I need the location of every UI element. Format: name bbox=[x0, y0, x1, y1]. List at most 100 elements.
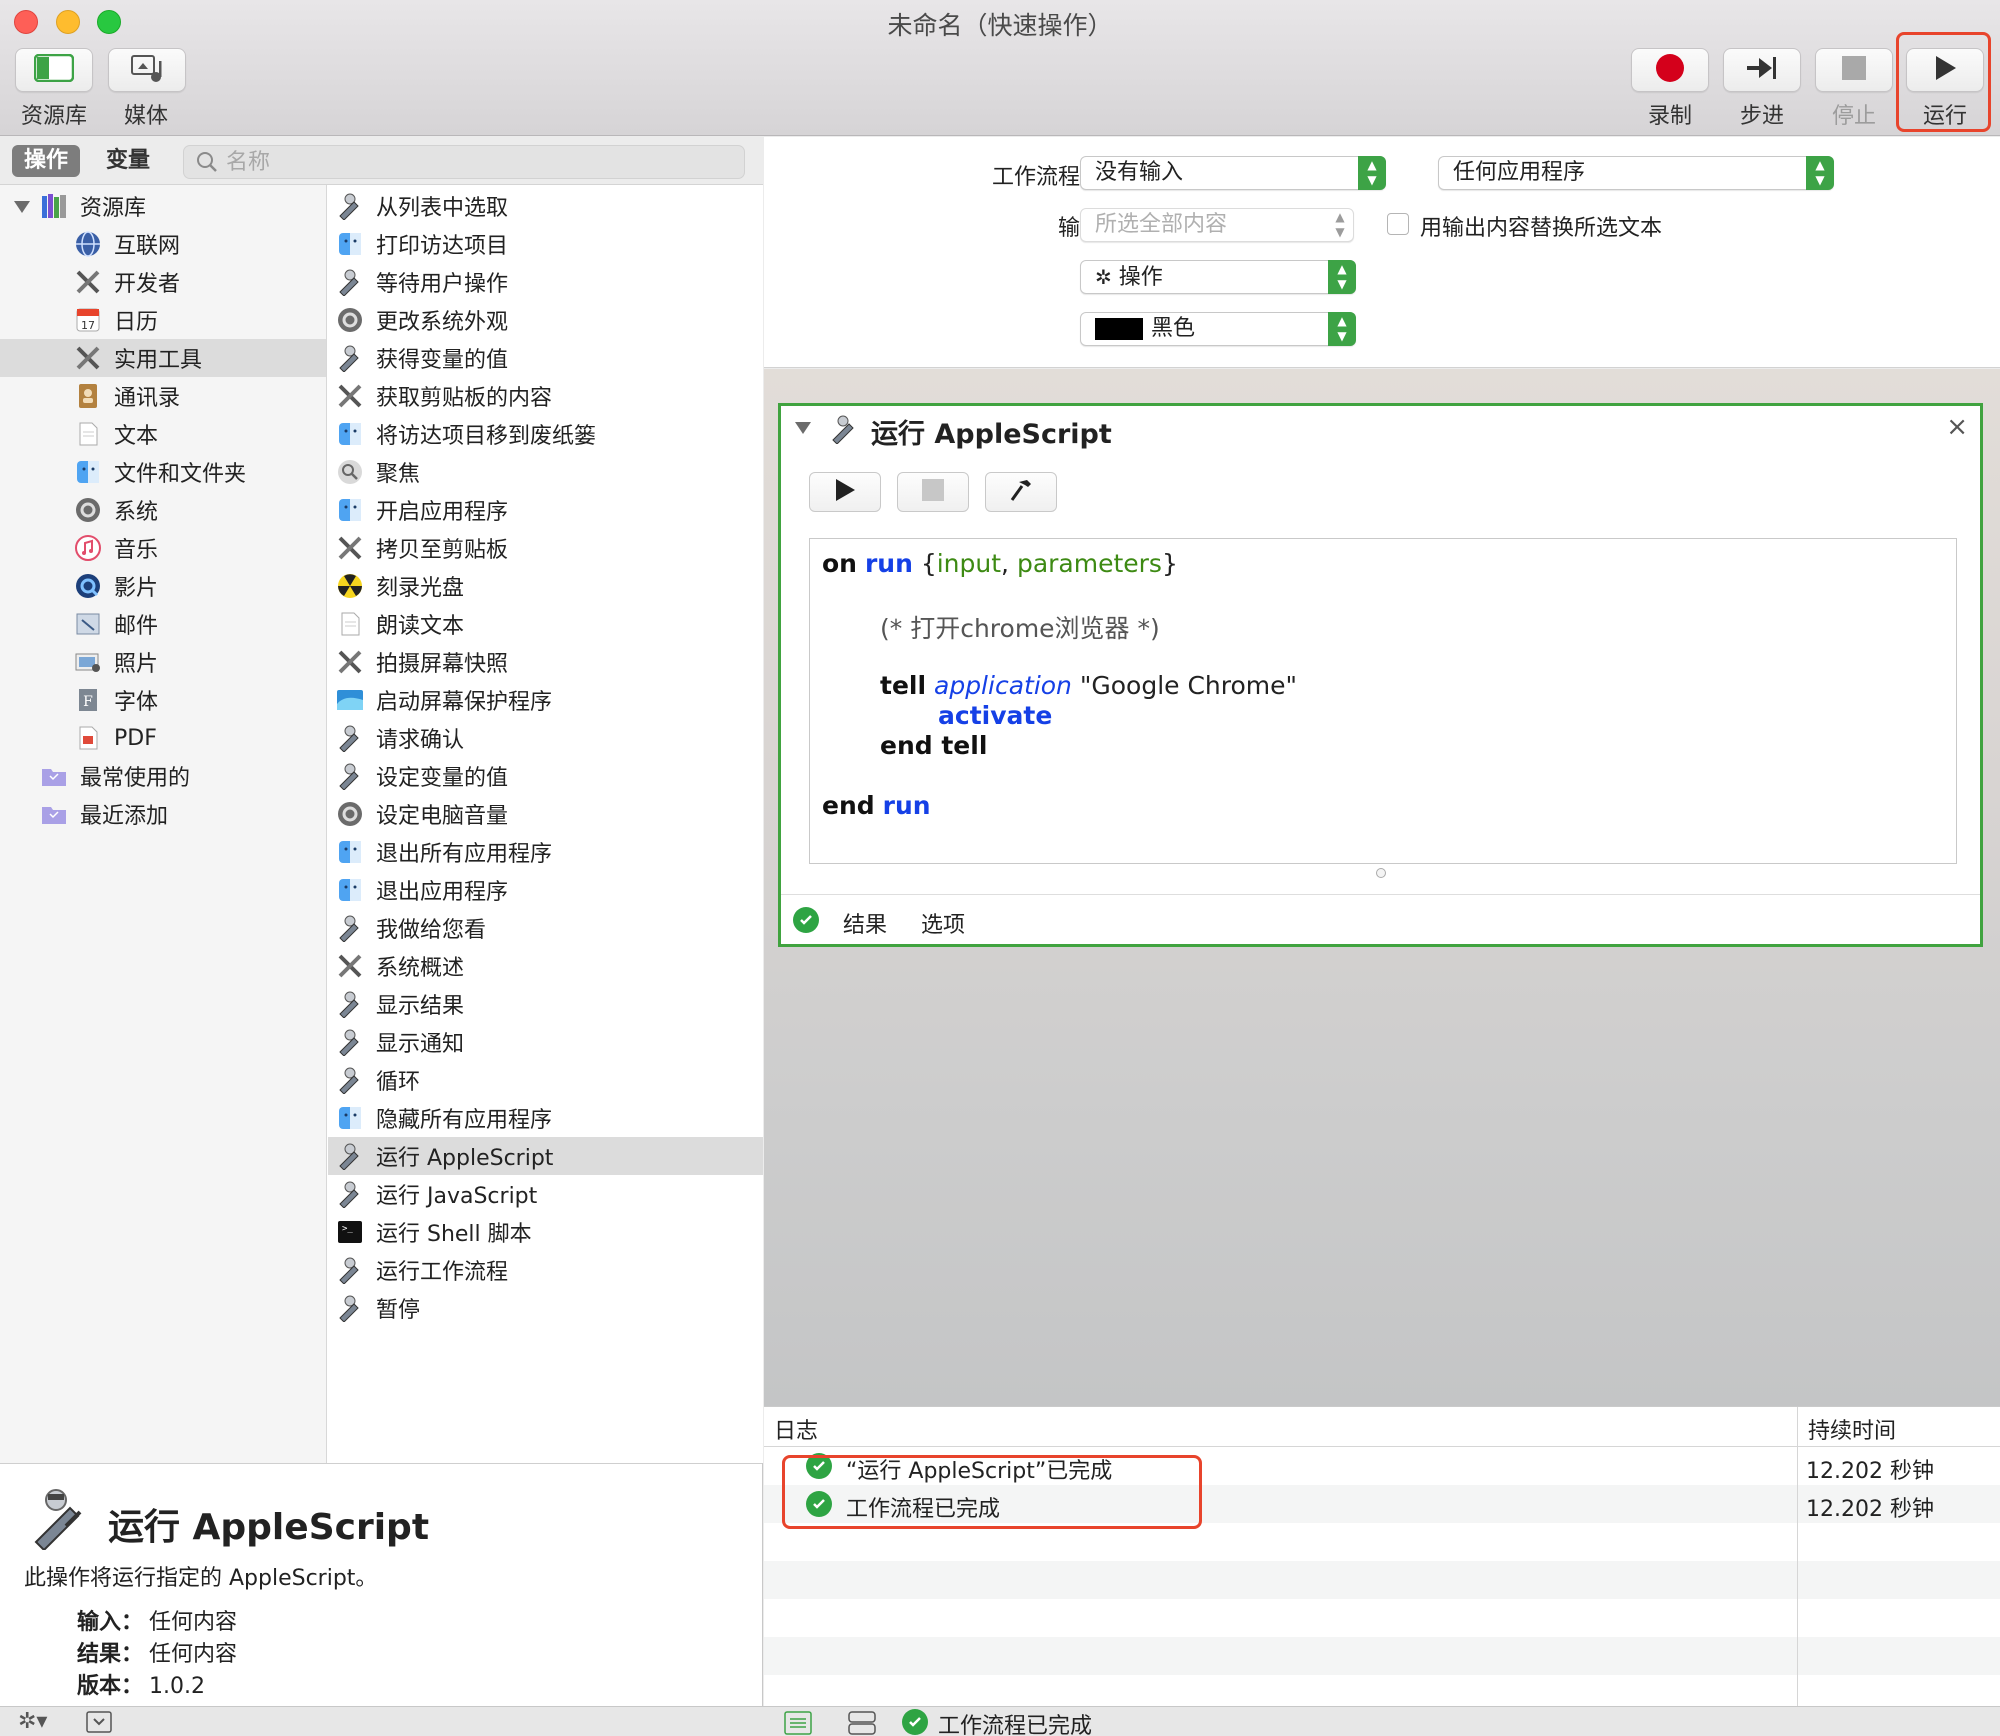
action-list-item[interactable]: 刻录光盘 bbox=[328, 567, 763, 605]
action-list-item-label: 退出应用程序 bbox=[376, 880, 509, 905]
action-list-item[interactable]: 聚焦 bbox=[328, 453, 763, 491]
library-item[interactable]: F 字体 bbox=[74, 681, 326, 719]
replace-selection-checkbox[interactable] bbox=[1387, 213, 1409, 235]
library-item[interactable]: 音乐 bbox=[74, 529, 326, 567]
code-comment: (* 打开chrome浏览器 *) bbox=[880, 614, 1160, 643]
action-list-item[interactable]: 循环 bbox=[328, 1061, 763, 1099]
library-item[interactable]: 最常使用的 bbox=[40, 757, 326, 795]
action-list-item[interactable]: 拷贝至剪贴板 bbox=[328, 529, 763, 567]
log-row-empty bbox=[764, 1599, 2000, 1637]
receives-popup[interactable]: 没有输入 ▲ ▼ bbox=[1080, 156, 1386, 190]
library-item-label: 最近添加 bbox=[80, 804, 169, 829]
library-item[interactable]: 文本 bbox=[74, 415, 326, 453]
action-list-item[interactable]: 退出所有应用程序 bbox=[328, 833, 763, 871]
action-list-item[interactable]: 获得变量的值 bbox=[328, 339, 763, 377]
applescript-editor[interactable]: on run {input, parameters} (* 打开chrome浏览… bbox=[809, 538, 1957, 864]
tab-actions[interactable]: 操作 bbox=[12, 145, 81, 177]
run-script-button[interactable] bbox=[809, 472, 881, 512]
action-list-item[interactable]: >_ 运行 Shell 脚本 bbox=[328, 1213, 763, 1251]
terminal-icon: >_ bbox=[336, 1218, 364, 1246]
action-list-item[interactable]: 将访达项目移到废纸篓 bbox=[328, 415, 763, 453]
media-icon bbox=[130, 53, 164, 87]
media-button[interactable] bbox=[108, 48, 186, 92]
action-list-item[interactable]: 显示结果 bbox=[328, 985, 763, 1023]
action-list-item[interactable]: 退出应用程序 bbox=[328, 871, 763, 909]
library-item[interactable]: 互联网 bbox=[74, 225, 326, 263]
library-item[interactable]: 开发者 bbox=[74, 263, 326, 301]
toggle-description-icon[interactable] bbox=[86, 1711, 112, 1736]
action-list-item[interactable]: 隐藏所有应用程序 bbox=[328, 1099, 763, 1137]
collapse-triangle-icon[interactable] bbox=[795, 422, 811, 434]
library-item[interactable]: 通讯录 bbox=[74, 377, 326, 415]
version-label: 版本： bbox=[77, 1674, 144, 1699]
action-list-item[interactable]: 设定电脑音量 bbox=[328, 795, 763, 833]
tab-variables[interactable]: 变量 bbox=[94, 145, 162, 177]
action-list-item[interactable]: 朗读文本 bbox=[328, 605, 763, 643]
action-list-item[interactable]: 从列表中选取 bbox=[328, 187, 763, 225]
column-divider[interactable] bbox=[1797, 1407, 1798, 1707]
library-item[interactable]: 文件和文件夹 bbox=[74, 453, 326, 491]
action-list-item[interactable]: 获取剪贴板的内容 bbox=[328, 377, 763, 415]
action-list-item[interactable]: 运行 AppleScript bbox=[328, 1137, 763, 1175]
library-item[interactable]: 照片 bbox=[74, 643, 326, 681]
search-input[interactable] bbox=[226, 148, 726, 176]
library-item-label: 实用工具 bbox=[114, 348, 203, 373]
library-item[interactable]: 邮件 bbox=[74, 605, 326, 643]
resize-handle-icon[interactable] bbox=[1376, 868, 1386, 878]
show-variables-icon[interactable] bbox=[848, 1711, 876, 1736]
action-list-item[interactable]: 请求确认 bbox=[328, 719, 763, 757]
color-popup[interactable]: 黑色 ▲ ▼ bbox=[1080, 312, 1356, 346]
show-log-icon[interactable] bbox=[784, 1711, 812, 1736]
replace-selection-label: 用输出内容替换所选文本 bbox=[1420, 216, 1663, 241]
tab-results[interactable]: 结果 bbox=[843, 907, 887, 939]
action-list-item[interactable]: 打印访达项目 bbox=[328, 225, 763, 263]
action-list-item-label: 隐藏所有应用程序 bbox=[376, 1108, 553, 1133]
success-check-icon bbox=[793, 907, 819, 933]
library-item[interactable]: 最近添加 bbox=[40, 795, 326, 833]
action-list-item[interactable]: 运行工作流程 bbox=[328, 1251, 763, 1289]
action-list-item[interactable]: 更改系统外观 bbox=[328, 301, 763, 339]
action-list-item[interactable]: 显示通知 bbox=[328, 1023, 763, 1061]
search-field[interactable] bbox=[183, 145, 745, 179]
automator-icon bbox=[336, 914, 364, 942]
duration-column-header[interactable]: 持续时间 bbox=[1808, 1413, 1896, 1445]
record-button[interactable] bbox=[1631, 48, 1709, 92]
image-popup[interactable]: ✲ 操作 ▲ ▼ bbox=[1080, 260, 1356, 294]
library-item[interactable]: 资源库 bbox=[40, 187, 326, 225]
stop-label: 停止 bbox=[1831, 104, 1876, 129]
action-list-item[interactable]: 启动屏幕保护程序 bbox=[328, 681, 763, 719]
library-item-label: 资源库 bbox=[80, 196, 147, 221]
library-toggle-button[interactable] bbox=[15, 48, 93, 92]
action-list-item-label: 暂停 bbox=[376, 1298, 421, 1323]
stop-script-button[interactable] bbox=[897, 472, 969, 512]
tools-icon bbox=[336, 382, 364, 410]
finder-icon bbox=[336, 230, 364, 258]
disclosure-triangle-icon[interactable] bbox=[14, 201, 30, 213]
log-column-header[interactable]: 日志 bbox=[774, 1413, 818, 1445]
library-item[interactable]: 17 日历 bbox=[74, 301, 326, 339]
tab-options[interactable]: 选项 bbox=[921, 907, 965, 939]
gear-menu-icon[interactable]: ✲▾ bbox=[18, 1709, 47, 1734]
action-list-item[interactable]: 等待用户操作 bbox=[328, 263, 763, 301]
applescript-action-card[interactable]: 运行 AppleScript × on run {input, paramete… bbox=[778, 403, 1983, 947]
compile-script-button[interactable] bbox=[985, 472, 1057, 512]
action-list-item[interactable]: 暂停 bbox=[328, 1289, 763, 1327]
library-item[interactable]: 系统 bbox=[74, 491, 326, 529]
contacts-icon bbox=[74, 382, 102, 410]
input-is-value: 所选全部内容 bbox=[1095, 212, 1228, 237]
tools-icon bbox=[336, 952, 364, 980]
action-list-item[interactable]: 运行 JavaScript bbox=[328, 1175, 763, 1213]
in-app-popup[interactable]: 任何应用程序 ▲ ▼ bbox=[1438, 156, 1834, 190]
input-is-popup[interactable]: 所选全部内容 ▲ ▼ bbox=[1080, 208, 1354, 242]
action-list-item[interactable]: 开启应用程序 bbox=[328, 491, 763, 529]
library-item[interactable]: 影片 bbox=[74, 567, 326, 605]
stop-button[interactable] bbox=[1815, 48, 1893, 92]
library-item-selected[interactable]: 实用工具 bbox=[0, 339, 326, 377]
action-list-item[interactable]: 拍摄屏幕快照 bbox=[328, 643, 763, 681]
action-list-item[interactable]: 系统概述 bbox=[328, 947, 763, 985]
step-button[interactable] bbox=[1723, 48, 1801, 92]
library-item[interactable]: PDF bbox=[74, 719, 326, 757]
close-action-button[interactable]: × bbox=[1946, 412, 1968, 442]
action-list-item[interactable]: 我做给您看 bbox=[328, 909, 763, 947]
action-list-item[interactable]: 设定变量的值 bbox=[328, 757, 763, 795]
